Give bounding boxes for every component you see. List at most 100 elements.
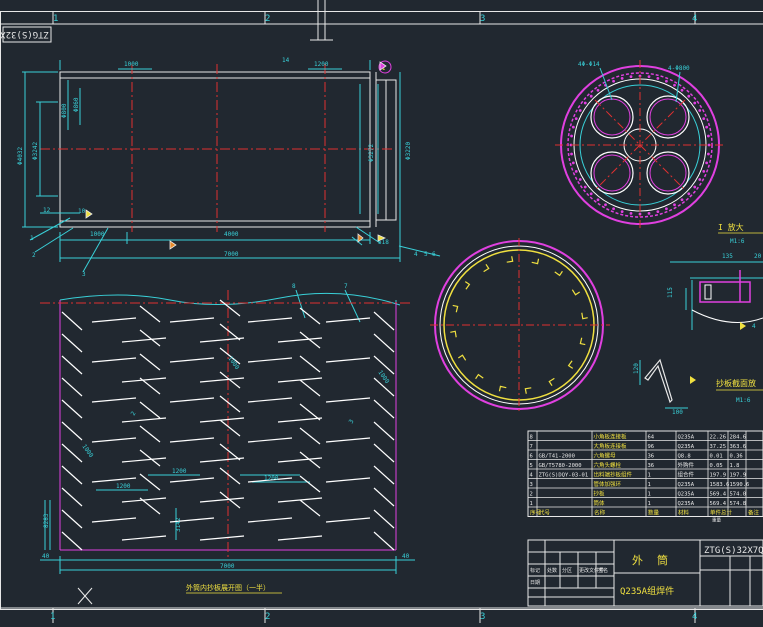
- balloon-8[interactable]: 8: [292, 283, 296, 290]
- bom-cell-code: GB/T41-2000: [539, 454, 575, 460]
- dev-dim-1200b: 1200: [172, 468, 187, 475]
- bom-header-name: 名称: [594, 509, 606, 517]
- dim-right-3272: Φ3272: [368, 144, 375, 162]
- lifter-hook: [555, 271, 563, 275]
- bill-of-materials-table[interactable]: 8小角板连接板64Q235A22.26284.67大角板连接板96Q235A37…: [528, 431, 763, 524]
- plate-section-title: 抄板截面放: [716, 378, 756, 388]
- balloon-4[interactable]: 4: [414, 251, 418, 258]
- lifter-diagonal: [220, 300, 240, 316]
- bom-cell-w2: 574.8: [730, 501, 747, 507]
- grid-label-bottom-3: 3: [480, 612, 485, 622]
- bom-cell-qty: 1: [648, 492, 651, 498]
- lifter-strip: [170, 478, 214, 482]
- balloon-3[interactable]: 3: [82, 271, 86, 278]
- dim-bottom-7000: 7000: [224, 251, 239, 258]
- grid-label-top-4: 4: [692, 14, 697, 24]
- dim-top-1200: 1200: [314, 61, 329, 68]
- lifter-hook: [484, 264, 489, 271]
- balloon-1[interactable]: 1: [30, 235, 34, 242]
- title-block[interactable]: 外筒 Q235A组焊件 ZTG(S)32X7Q 标记 处数 分区 更改文件号 签…: [528, 540, 763, 606]
- bolt-hole: [572, 161, 575, 164]
- lifter-strip: [248, 358, 292, 362]
- bolt-hole: [612, 80, 615, 83]
- lifter-strip: [326, 518, 370, 522]
- lifter-strip: [92, 518, 136, 522]
- lifter-hook: [582, 313, 588, 319]
- lifter-strip: [326, 358, 370, 362]
- lifter-diagonal: [62, 488, 82, 506]
- bom-header-mat: 材料: [678, 509, 690, 517]
- bom-header-qty: 数量: [648, 509, 660, 517]
- bom-cell-w2: 1590.6: [730, 482, 750, 488]
- detail-i-view[interactable]: I 放大 M1:6 135 20 115 4: [667, 222, 763, 330]
- section-circle[interactable]: [430, 238, 610, 412]
- bolt-hole: [707, 135, 710, 138]
- lifter-diagonal: [140, 306, 160, 322]
- bolt-hole: [656, 77, 659, 80]
- dim-left-860: Φ860: [73, 97, 80, 112]
- bolt-hole: [698, 109, 701, 112]
- lifter-diagonal: [374, 312, 394, 330]
- plate-section-scale: M1:6: [736, 397, 751, 404]
- lifter-diagonal: [62, 532, 82, 550]
- front-view[interactable]: 1000 1200 14 1000 4000 7000 518 12 10 Φ4…: [17, 57, 440, 278]
- bolt-hole: [673, 203, 676, 206]
- bom-cell-w2: 574.0: [730, 492, 747, 498]
- lifter-strip: [92, 438, 136, 442]
- lifter-hook: [580, 338, 585, 345]
- lifter-diagonal: [300, 380, 320, 396]
- dev-dim-1200a: 1200: [116, 483, 131, 490]
- bolt-hole: [702, 170, 705, 173]
- bom-cell-no: 2: [530, 492, 533, 498]
- dev-dim-3: 3: [348, 418, 356, 425]
- balloon-6[interactable]: 6: [432, 251, 436, 258]
- bom-cell-w2: 1.8: [730, 463, 740, 469]
- balloon-5[interactable]: 5: [424, 251, 428, 258]
- end-view-circle[interactable]: 4Φ-Φ14 4-Φ800: [555, 60, 725, 230]
- dim-left-12: 12: [43, 207, 51, 214]
- bolt-hole: [656, 210, 659, 213]
- bolt-hole: [572, 126, 575, 129]
- bom-cell-mat: 外购件: [678, 461, 695, 469]
- drawing-canvas[interactable]: 1 2 3 4 1 2 3 4 ZTG(S)32X7Q: [0, 0, 763, 623]
- lifter-strip: [92, 398, 136, 402]
- bolt-hole: [612, 207, 615, 210]
- bom-weight-label: 重量: [712, 517, 721, 524]
- dim-top-1000: 1000: [124, 61, 139, 68]
- bolt-hole: [673, 84, 676, 87]
- bom-cell-name: 六角螺母: [594, 452, 617, 460]
- lifter-strip: [248, 438, 292, 442]
- bom-cell-qty: 36: [648, 454, 655, 460]
- bom-cell-w1: 22.26: [710, 435, 727, 441]
- detail-i-scale: M1:6: [730, 238, 745, 245]
- lifter-diagonal: [220, 468, 240, 484]
- plate-section-view[interactable]: 120 100 M1:6 抄板截面放: [633, 360, 763, 416]
- bom-cell-qty: 36: [648, 463, 655, 469]
- bolt-hole: [687, 192, 690, 195]
- balloon-7[interactable]: 7: [344, 283, 348, 290]
- bolt-hole: [621, 210, 624, 213]
- bom-cell-qty: 1: [648, 482, 651, 488]
- lifter-strip: [278, 458, 322, 462]
- bom-cell-code: GB/T5780-2000: [539, 463, 582, 469]
- bolt-hole: [621, 77, 624, 80]
- development-view[interactable]: 1000 1000 1000 1200 1200 1200 2 3 8283 3…: [40, 283, 415, 593]
- lifter-hook: [569, 361, 573, 369]
- bolt-hole: [705, 161, 708, 164]
- lifter-hook: [458, 355, 465, 360]
- cad-drawing-viewport[interactable]: 1 2 3 4 1 2 3 4 ZTG(S)32X7Q: [0, 0, 763, 623]
- bom-cell-mat: 组合件: [678, 471, 695, 479]
- bolt-hole: [579, 178, 582, 181]
- bolt-hole: [584, 186, 587, 189]
- bolt-hole: [708, 144, 711, 147]
- lifter-diagonal: [140, 330, 160, 346]
- bolt-hole: [570, 135, 573, 138]
- grid-label-top-1: 1: [53, 14, 58, 24]
- balloon-2[interactable]: 2: [32, 252, 36, 259]
- bom-cell-no: 8: [530, 435, 533, 441]
- dim-bottom-4000: 4000: [224, 231, 239, 238]
- lifter-diagonal: [140, 378, 160, 394]
- lifter-strip: [248, 518, 292, 522]
- bom-cell-mat: Q235A: [678, 482, 695, 488]
- detail-balloon-4[interactable]: 4: [752, 323, 756, 330]
